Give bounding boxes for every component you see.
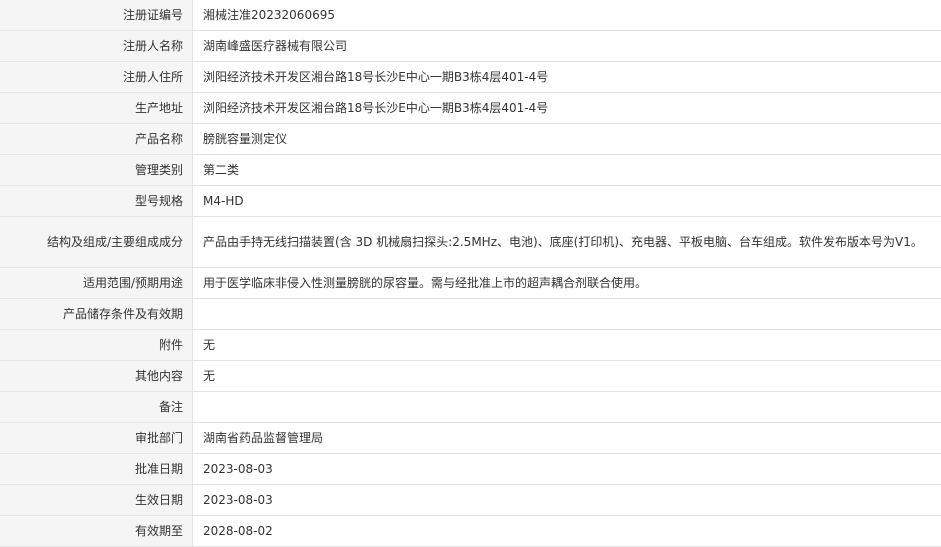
row-value: 第二类 bbox=[192, 154, 941, 186]
row-production-address: 生产地址 浏阳经济技术开发区湘台路18号长沙E中心一期B3栋4层401-4号 bbox=[0, 92, 941, 124]
row-approval-department: 审批部门 湖南省药品监督管理局 bbox=[0, 422, 941, 454]
row-label: 注册证编号 bbox=[0, 0, 193, 31]
row-label: 产品名称 bbox=[0, 123, 193, 155]
row-management-category: 管理类别 第二类 bbox=[0, 154, 941, 186]
row-value: 湖南省药品监督管理局 bbox=[192, 422, 941, 454]
row-value: 用于医学临床非侵入性测量膀胱的尿容量。需与经批准上市的超声耦合剂联合使用。 bbox=[192, 267, 941, 299]
row-valid-until: 有效期至 2028-08-02 bbox=[0, 515, 941, 547]
row-model-spec: 型号规格 M4-HD bbox=[0, 185, 941, 217]
row-value: M4-HD bbox=[192, 185, 941, 217]
row-value bbox=[192, 298, 941, 330]
row-attachments: 附件 无 bbox=[0, 329, 941, 361]
row-value: 2028-08-02 bbox=[192, 515, 941, 547]
row-structure-composition: 结构及组成/主要组成成分 产品由手持无线扫描装置(含 3D 机械扇扫探头:2.5… bbox=[0, 216, 941, 268]
row-label: 附件 bbox=[0, 329, 193, 361]
row-remarks: 备注 bbox=[0, 391, 941, 423]
row-label: 批准日期 bbox=[0, 453, 193, 485]
row-value: 膀胱容量测定仪 bbox=[192, 123, 941, 155]
row-label: 注册人住所 bbox=[0, 61, 193, 93]
registration-detail-table: 注册证编号 湘械注准20232060695 注册人名称 湖南峰盛医疗器械有限公司… bbox=[0, 0, 941, 547]
row-value: 2023-08-03 bbox=[192, 484, 941, 516]
row-label: 结构及组成/主要组成成分 bbox=[0, 216, 193, 268]
row-label: 型号规格 bbox=[0, 185, 193, 217]
row-value: 湘械注准20232060695 bbox=[192, 0, 941, 31]
row-storage-conditions: 产品储存条件及有效期 bbox=[0, 298, 941, 330]
row-value: 产品由手持无线扫描装置(含 3D 机械扇扫探头:2.5MHz、电池)、底座(打印… bbox=[192, 216, 941, 268]
row-value: 浏阳经济技术开发区湘台路18号长沙E中心一期B3栋4层401-4号 bbox=[192, 92, 941, 124]
row-label: 适用范围/预期用途 bbox=[0, 267, 193, 299]
row-value bbox=[192, 391, 941, 423]
row-label: 生效日期 bbox=[0, 484, 193, 516]
row-product-name: 产品名称 膀胱容量测定仪 bbox=[0, 123, 941, 155]
row-other-content: 其他内容 无 bbox=[0, 360, 941, 392]
row-registrant-name: 注册人名称 湖南峰盛医疗器械有限公司 bbox=[0, 30, 941, 62]
row-label: 备注 bbox=[0, 391, 193, 423]
row-effective-date: 生效日期 2023-08-03 bbox=[0, 484, 941, 516]
row-label: 管理类别 bbox=[0, 154, 193, 186]
row-label: 其他内容 bbox=[0, 360, 193, 392]
row-registration-number: 注册证编号 湘械注准20232060695 bbox=[0, 0, 941, 31]
row-label: 有效期至 bbox=[0, 515, 193, 547]
row-label: 生产地址 bbox=[0, 92, 193, 124]
row-label: 产品储存条件及有效期 bbox=[0, 298, 193, 330]
row-label: 审批部门 bbox=[0, 422, 193, 454]
row-value: 2023-08-03 bbox=[192, 453, 941, 485]
row-value: 浏阳经济技术开发区湘台路18号长沙E中心一期B3栋4层401-4号 bbox=[192, 61, 941, 93]
row-label: 注册人名称 bbox=[0, 30, 193, 62]
row-approval-date: 批准日期 2023-08-03 bbox=[0, 453, 941, 485]
row-value: 无 bbox=[192, 329, 941, 361]
row-value: 湖南峰盛医疗器械有限公司 bbox=[192, 30, 941, 62]
row-value: 无 bbox=[192, 360, 941, 392]
row-intended-use: 适用范围/预期用途 用于医学临床非侵入性测量膀胱的尿容量。需与经批准上市的超声耦… bbox=[0, 267, 941, 299]
row-registrant-address: 注册人住所 浏阳经济技术开发区湘台路18号长沙E中心一期B3栋4层401-4号 bbox=[0, 61, 941, 93]
